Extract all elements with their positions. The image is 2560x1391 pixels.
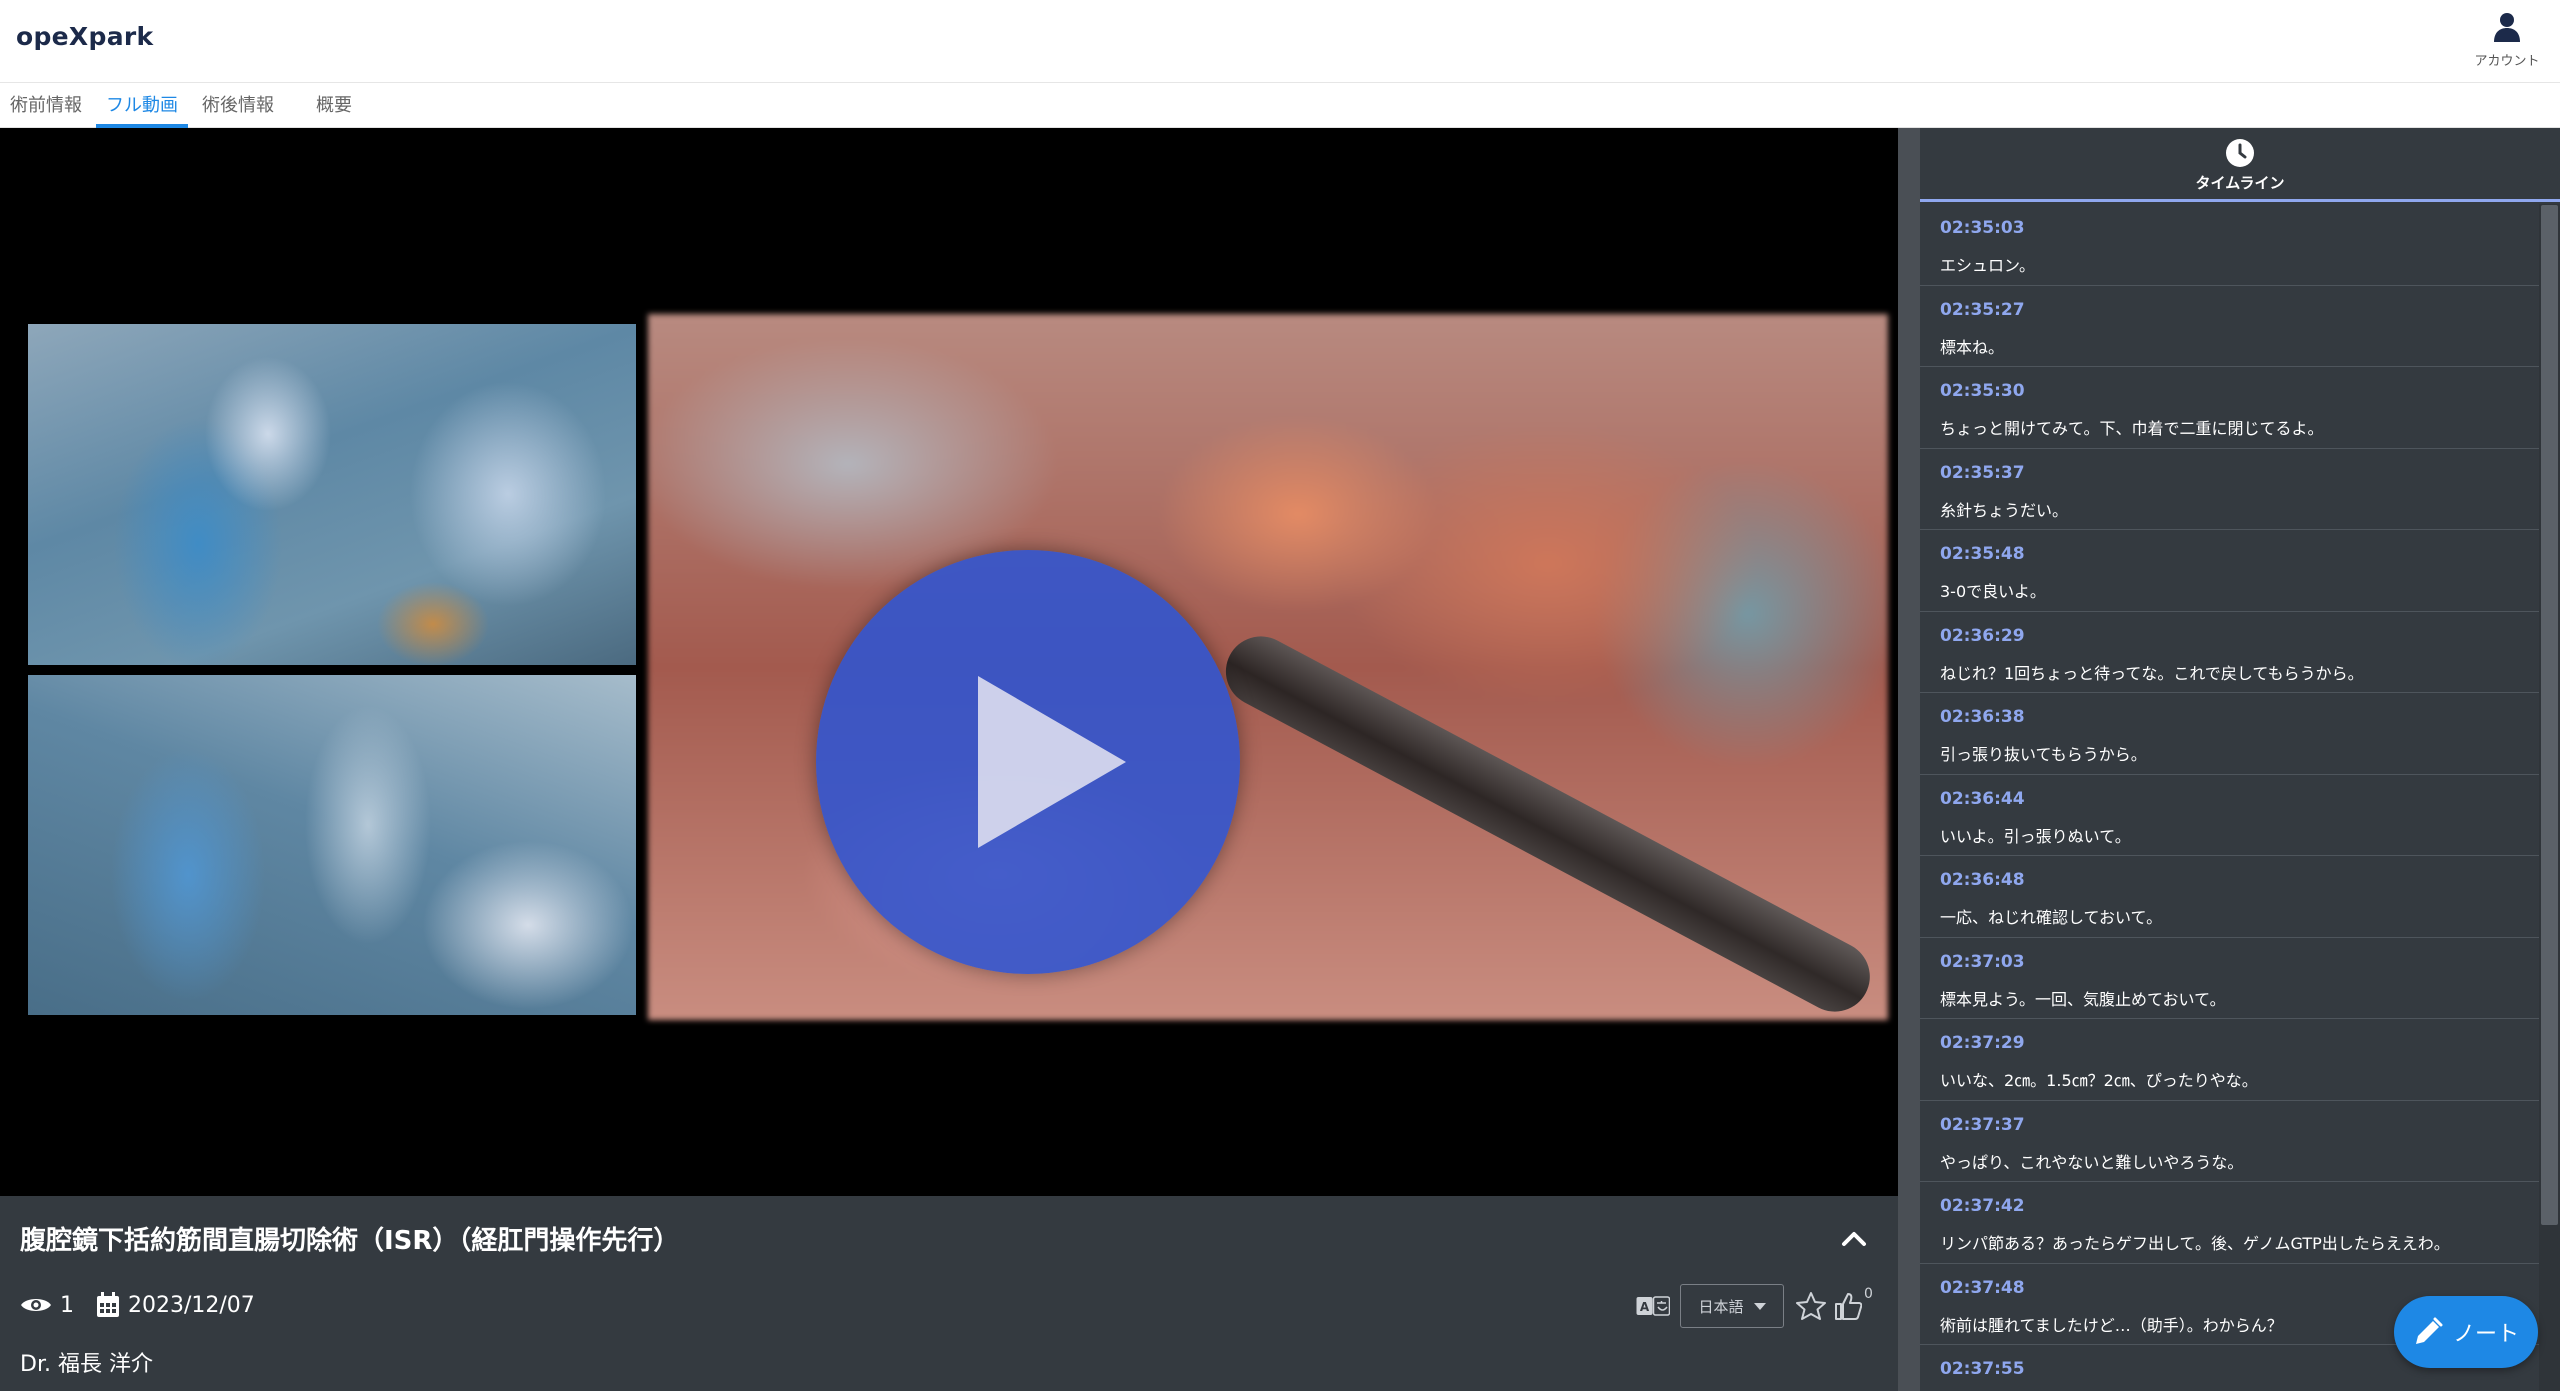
timeline-item[interactable]: 02:35:03 エシュロン。	[1920, 204, 2539, 286]
collapse-button[interactable]	[1836, 1222, 1872, 1252]
pencil-icon	[2415, 1317, 2443, 1344]
tab-bar: 術前情報 フル動画 術後情報 概要	[0, 84, 2560, 128]
tab-preoperative-info[interactable]: 術前情報	[0, 84, 92, 128]
timeline-tab[interactable]: タイムライン	[1920, 128, 2560, 202]
like-count: 0	[1864, 1286, 1873, 1302]
tab-full-video[interactable]: フル動画	[96, 84, 188, 128]
timeline-timestamp: 02:37:03	[1940, 951, 2025, 972]
note-button[interactable]: ノート	[2394, 1296, 2538, 1368]
timeline-timestamp: 02:35:37	[1940, 462, 2025, 483]
timeline-item[interactable]: 02:36:48 一応、ねじれ確認しておいて。	[1920, 856, 2539, 938]
timeline-text: いいよ。引っ張りぬいて。	[1940, 826, 2131, 846]
timeline-timestamp: 02:37:48	[1940, 1277, 2025, 1298]
timeline-text: ねじれ？1回ちょっと待ってな。これで戻してもらうから。	[1940, 663, 2364, 683]
play-icon	[978, 676, 1126, 848]
timeline-timestamp: 02:36:48	[1940, 870, 2025, 890]
app-logo[interactable]: opeXpark	[16, 22, 153, 51]
timeline-item[interactable]: 02:35:30 ちょっと開けてみて。下、巾着で二重に閉じてるよ。	[1920, 367, 2539, 449]
timeline-text: 標本見よう。一回、気腹止めておいて。	[1940, 989, 2226, 1009]
view-count: 1	[60, 1292, 74, 1318]
timeline-timestamp: 02:35:03	[1940, 218, 2025, 238]
timeline-item[interactable]: 02:37:03 標本見よう。一回、気腹止めておいて。	[1920, 938, 2539, 1019]
timeline-list[interactable]: 02:35:03 エシュロン。 02:35:27 標本ね。 02:35:30 ち…	[1920, 204, 2539, 1391]
thumbs-up-icon[interactable]	[1834, 1291, 1862, 1321]
date-group: 2023/12/07	[96, 1292, 255, 1318]
doctor-name: Dr. 福長 洋介	[20, 1352, 153, 1377]
timeline-timestamp: 02:37:37	[1940, 1114, 2025, 1135]
video-info-panel: 腹腔鏡下括約筋間直腸切除術（ISR）（経肛門操作先行） 1 2023/12/07…	[0, 1196, 1898, 1391]
language-select-value: 日本語	[1698, 1297, 1744, 1316]
chevron-up-icon	[1842, 1232, 1866, 1246]
timeline-timestamp: 02:35:27	[1940, 299, 2025, 320]
timeline-title: タイムライン	[2195, 174, 2285, 192]
timeline-timestamp: 02:35:48	[1940, 544, 2025, 564]
timeline-timestamp: 02:36:29	[1940, 625, 2025, 646]
timeline-sidebar: タイムライン 02:35:03 エシュロン。 02:35:27 標本ね。 02:…	[1920, 128, 2560, 1391]
timeline-text: 一応、ねじれ確認しておいて。	[1940, 908, 2163, 927]
timeline-item[interactable]: 02:37:42 リンパ節ある？あったらゲフ出して。後、ゲノムGTP出したらええ…	[1920, 1182, 2539, 1264]
timeline-timestamp: 02:37:29	[1940, 1033, 2025, 1053]
timeline-timestamp: 02:37:42	[1940, 1196, 2025, 1216]
account-label: アカウント	[2474, 54, 2540, 69]
eye-icon	[21, 1299, 51, 1311]
clock-icon	[2226, 139, 2254, 167]
video-meta: 1 2023/12/07	[20, 1290, 255, 1320]
account-button[interactable]: アカウント	[2472, 12, 2542, 76]
timeline-text: 引っ張り抜いてもらうから。	[1940, 745, 2147, 764]
timeline-item[interactable]: 02:36:29 ねじれ？1回ちょっと待ってな。これで戻してもらうから。	[1920, 612, 2539, 693]
video-frame-operating-room-top	[28, 324, 636, 665]
app-header: opeXpark アカウント	[0, 0, 2560, 83]
timeline-text: ちょっと開けてみて。下、巾着で二重に閉じてるよ。	[1940, 419, 2324, 438]
timeline-item[interactable]: 02:35:37 糸針ちょうだい。	[1920, 449, 2539, 530]
language-select[interactable]: 日本語	[1680, 1284, 1784, 1328]
upload-date: 2023/12/07	[128, 1292, 255, 1318]
video-player[interactable]	[0, 128, 1898, 1196]
timeline-timestamp: 02:36:44	[1940, 788, 2025, 809]
timeline-text: 糸針ちょうだい。	[1940, 500, 2069, 520]
timeline-item[interactable]: 02:36:38 引っ張り抜いてもらうから。	[1920, 693, 2539, 775]
tab-overview[interactable]: 概要	[306, 84, 362, 128]
panel-divider[interactable]	[1898, 128, 1920, 1391]
timeline-text: やっぱり、これやないと難しいやろうな。	[1940, 1152, 2244, 1172]
user-icon	[2494, 13, 2520, 42]
video-frame-operating-room-bottom	[28, 675, 636, 1015]
timeline-scrollbar[interactable]	[2539, 204, 2560, 1391]
timeline-item[interactable]: 02:35:48 3-0で良いよ。	[1920, 530, 2539, 612]
timeline-text: 3-0で良いよ。	[1940, 582, 2046, 601]
timeline-item[interactable]: 02:37:29 いいな、2㎝。1.5㎝？2㎝、ぴったりやな。	[1920, 1019, 2539, 1101]
timeline-item[interactable]: 02:35:27 標本ね。	[1920, 286, 2539, 367]
calendar-icon	[97, 1292, 119, 1317]
timeline-timestamp: 02:36:38	[1940, 707, 2025, 727]
note-button-label: ノート	[2452, 1322, 2519, 1347]
video-controls: A 日本語 0	[1636, 1284, 1873, 1328]
timeline-item[interactable]: 02:36:44 いいよ。引っ張りぬいて。	[1920, 775, 2539, 856]
caret-down-icon	[1753, 1302, 1766, 1310]
timeline-text: リンパ節ある？あったらゲフ出して。後、ゲノムGTP出したらええわ。	[1940, 1234, 2450, 1253]
tab-postoperative-info[interactable]: 術後情報	[192, 84, 284, 128]
timeline-item[interactable]: 02:37:37 やっぱり、これやないと難しいやろうな。	[1920, 1101, 2539, 1182]
translate-icon[interactable]: A	[1636, 1295, 1670, 1317]
timeline-text: 標本ね。	[1940, 337, 2005, 357]
star-icon[interactable]	[1796, 1291, 1826, 1321]
video-title: 腹腔鏡下括約筋間直腸切除術（ISR）（経肛門操作先行）	[20, 1226, 680, 1256]
timeline-text: いいな、2㎝。1.5㎝？2㎝、ぴったりやな。	[1940, 1071, 2258, 1090]
play-button[interactable]	[816, 550, 1240, 974]
timeline-timestamp: 02:35:30	[1940, 381, 2025, 401]
timeline-scrollbar-thumb[interactable]	[2541, 205, 2558, 1225]
svg-text:A: A	[1640, 1300, 1650, 1314]
timeline-text: エシュロン。	[1940, 256, 2036, 275]
